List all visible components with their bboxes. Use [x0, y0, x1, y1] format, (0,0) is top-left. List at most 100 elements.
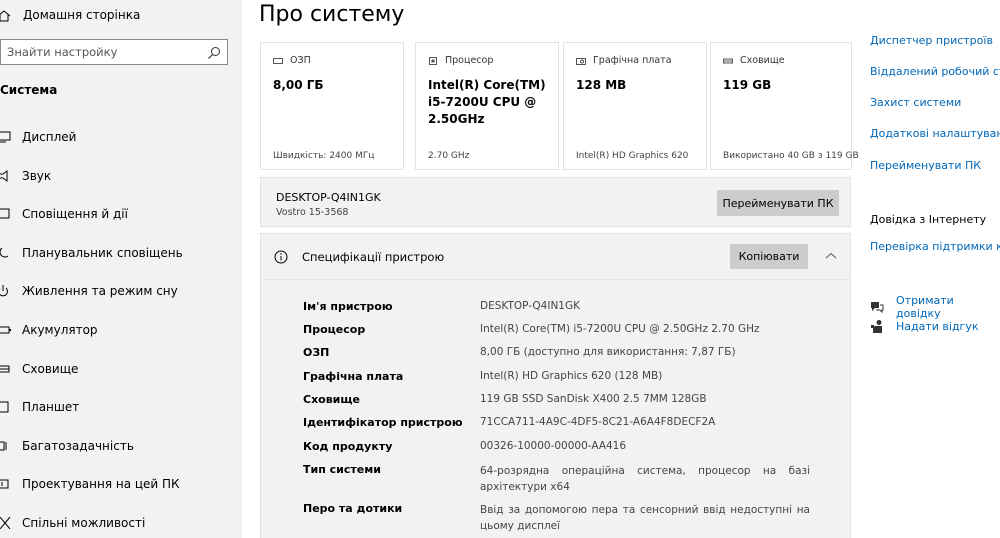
sidebar-item-battery[interactable]: Акумулятор [0, 311, 242, 349]
remote-desktop-link[interactable]: Віддалений робочий стіл [870, 65, 1000, 78]
search-input[interactable] [1, 45, 201, 59]
advanced-settings-link[interactable]: Додаткові налаштування [870, 127, 1000, 140]
tablet-icon [0, 388, 22, 426]
sidebar-item-display[interactable]: Дисплей [0, 118, 242, 156]
spec-value: 00326-10000-00000-AA416 [480, 440, 627, 452]
notifications-icon [0, 195, 22, 233]
device-specs-header[interactable]: Специфікації пристрою Копіювати [261, 234, 850, 280]
processor-icon [428, 56, 438, 66]
sidebar-item-label: Планувальник сповіщень [22, 246, 183, 260]
card-value: 128 MB [576, 78, 627, 92]
spec-value: Intel(R) Core(TM) i5-7200U CPU @ 2.50GHz… [480, 323, 760, 335]
spec-key: Графічна плата [303, 370, 404, 383]
spec-key: Ім'я пристрою [303, 300, 393, 313]
chevron-up-icon[interactable] [824, 248, 838, 262]
spec-value: 119 GB SSD SanDisk X400 2.5 7MM 128GB [480, 393, 707, 405]
sidebar-item-label: Спільні можливості [22, 516, 146, 530]
sidebar-item-label: Живлення та режим сну [22, 284, 178, 298]
sidebar-item-label: Звук [22, 169, 52, 183]
battery-icon [0, 311, 22, 349]
sidebar-item-label: Планшет [22, 400, 80, 414]
power-icon [0, 272, 22, 310]
display-icon [0, 118, 22, 156]
card-value: 119 GB [723, 78, 772, 92]
sidebar-item-label: Акумулятор [22, 323, 98, 337]
card-footer: 2.70 GHz [428, 151, 470, 161]
spec-value: 8,00 ГБ (доступно для використання: 7,87… [480, 346, 736, 358]
sidebar-item-multitasking[interactable]: Багатозадачність [0, 427, 242, 465]
spec-key: ОЗП [303, 346, 330, 359]
focus-assist-icon [0, 234, 22, 272]
sidebar-item-projecting[interactable]: Проектування на цей ПК [0, 465, 242, 503]
sidebar-item-notifications[interactable]: Сповіщення й дії [0, 195, 242, 233]
internet-help-title: Довідка з Інтернету [870, 213, 987, 226]
card-footer: Використано 40 GB з 119 GB [723, 151, 859, 161]
sidebar-item-power[interactable]: Живлення та режим сну [0, 272, 242, 310]
sidebar-item-focus-assist[interactable]: Планувальник сповіщень [0, 234, 242, 272]
get-help-label: Отримати довідку [896, 294, 954, 320]
get-help-icon [870, 300, 884, 314]
feedback-link[interactable]: Надати відгук [870, 319, 979, 333]
get-help-link[interactable]: Отримати довідку [870, 294, 1000, 320]
card-label: Процесор [445, 55, 494, 66]
storage-card: Сховище 119 GB Використано 40 GB з 119 G… [710, 42, 859, 170]
device-manager-link[interactable]: Диспетчер пристроїв [870, 34, 993, 47]
shared-experiences-icon [0, 504, 22, 538]
sidebar: Домашня сторінка Система Дисплей Звук Сп… [0, 0, 242, 538]
multitasking-icon [0, 427, 22, 465]
sidebar-item-label: Сповіщення й дії [22, 207, 128, 221]
card-value: Intel(R) Core(TM) i5-7200U CPU @ 2.50GHz [428, 78, 546, 126]
pc-name-panel: DESKTOP-Q4IN1GK Vostro 15-3568 Переймену… [260, 177, 851, 227]
sidebar-item-sound[interactable]: Звук [0, 157, 242, 195]
spec-value: 71CCA711-4A9C-4DF5-8C21-A6A4F8DECF2A [480, 416, 716, 428]
pc-model: Vostro 15-3568 [276, 207, 349, 218]
home-link[interactable]: Домашня сторінка [0, 0, 242, 32]
spec-key: Сховище [303, 393, 361, 406]
sidebar-item-label: Проектування на цей ПК [22, 477, 180, 491]
storage-icon [0, 350, 22, 388]
pc-name: DESKTOP-Q4IN1GK [276, 191, 381, 204]
section-title: Система [0, 83, 58, 97]
spec-key: Перо та дотики [303, 502, 403, 515]
card-footer: Intel(R) HD Graphics 620 [576, 151, 689, 161]
sidebar-item-shared[interactable]: Спільні можливості [0, 504, 242, 538]
graphics-card: Графічна плата 128 MB Intel(R) HD Graphi… [563, 42, 707, 170]
ram-card: ОЗП 8,00 ГБ Швидкість: 2400 МГц [260, 42, 404, 170]
feedback-label: Надати відгук [896, 319, 979, 333]
graphics-icon [576, 56, 586, 66]
system-protection-link[interactable]: Захист системи [870, 96, 961, 109]
spec-key: Тип системи [303, 463, 381, 476]
search-icon[interactable] [207, 45, 221, 59]
card-label: Сховище [740, 55, 785, 66]
home-icon [0, 0, 12, 32]
sidebar-item-label: Сховище [22, 362, 79, 376]
ram-icon [273, 56, 283, 66]
sound-icon [0, 157, 22, 195]
sidebar-item-label: Дисплей [22, 130, 77, 144]
card-value: 8,00 ГБ [273, 78, 324, 92]
check-support-link[interactable]: Перевірка підтримки кількох [870, 240, 1000, 253]
spec-value: Intel(R) HD Graphics 620 (128 MB) [480, 370, 663, 382]
spec-value: Ввід за допомогою пера та сенсорний ввід… [480, 504, 810, 532]
card-label: Графічна плата [593, 55, 672, 66]
rename-pc-button[interactable]: Перейменувати ПК [717, 190, 839, 216]
sidebar-item-tablet[interactable]: Планшет [0, 388, 242, 426]
home-label: Домашня сторінка [23, 8, 141, 22]
sidebar-item-storage[interactable]: Сховище [0, 350, 242, 388]
card-footer: Швидкість: 2400 МГц [273, 151, 375, 161]
spec-value: DESKTOP-Q4IN1GK [480, 300, 581, 312]
page-title: Про систему [259, 2, 405, 27]
spec-key: Процесор [303, 323, 366, 336]
rename-pc-link[interactable]: Перейменувати ПК [870, 159, 981, 172]
processor-card: Процесор Intel(R) Core(TM) i5-7200U CPU … [415, 42, 559, 170]
copy-button[interactable]: Копіювати [730, 244, 808, 269]
card-label: ОЗП [290, 55, 311, 66]
sidebar-item-label: Багатозадачність [22, 439, 134, 453]
storage-icon [723, 56, 733, 66]
feedback-icon [870, 319, 884, 333]
projecting-icon [0, 465, 22, 503]
search-box[interactable] [0, 39, 228, 65]
spec-key: Код продукту [303, 440, 393, 453]
spec-value: 64-розрядна операційна система, процесор… [480, 465, 810, 493]
device-specs-title: Специфікації пристрою [302, 250, 445, 264]
